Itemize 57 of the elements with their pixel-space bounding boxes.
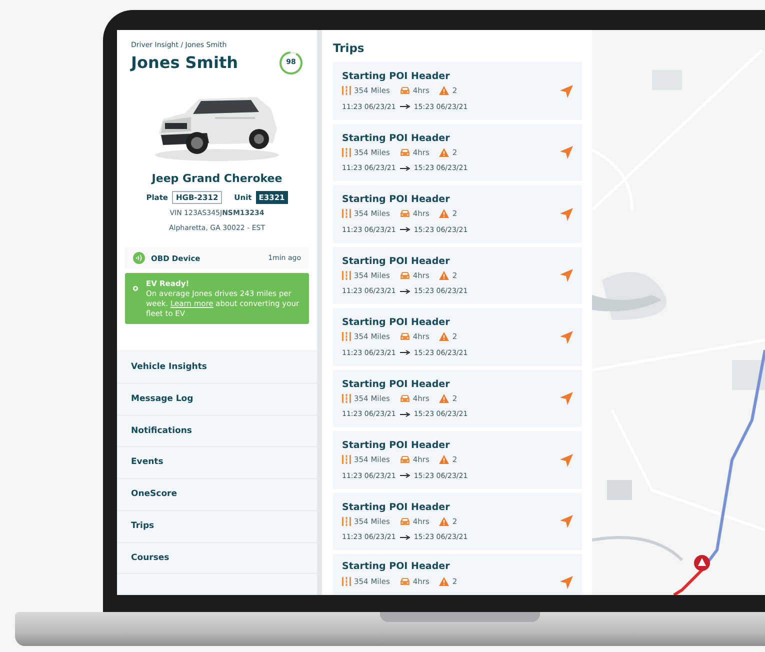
road-icon (342, 270, 351, 280)
trip-header: Starting POI Header (342, 316, 451, 330)
driver-name: Jones Smith (131, 52, 238, 74)
navigation-icon[interactable] (560, 269, 573, 282)
warning-icon (439, 332, 450, 342)
warning-icon (439, 394, 450, 403)
road-icon (342, 576, 351, 586)
warning-icon (439, 148, 450, 157)
warning-icon (439, 86, 450, 96)
car-icon (400, 516, 410, 526)
navigation-icon[interactable] (560, 208, 573, 220)
trip-header: Starting POI Header (342, 132, 451, 146)
car-icon (400, 576, 410, 586)
warning-icon (439, 209, 450, 218)
car-icon (400, 455, 410, 464)
warning-icon (439, 516, 450, 526)
warning-icon (439, 576, 450, 586)
road-icon (342, 86, 351, 96)
road-icon (342, 394, 351, 403)
arrow-right-icon (400, 473, 410, 478)
arrow-right-icon (400, 288, 410, 294)
trip-header: Starting POI Header (342, 254, 451, 268)
car-icon (400, 86, 410, 96)
warning-icon (439, 455, 450, 464)
arrow-right-icon (400, 350, 410, 356)
trip-header: Starting POI Header (342, 70, 451, 84)
road-icon (342, 516, 351, 526)
navigation-icon[interactable] (560, 515, 573, 528)
car-icon (400, 209, 410, 218)
road-icon (342, 209, 351, 218)
road-icon (342, 332, 351, 342)
trip-header: Starting POI Header (342, 439, 451, 453)
road-icon (342, 148, 351, 157)
car-icon (400, 270, 410, 280)
navigation-icon[interactable] (560, 330, 573, 344)
vehicle-model: Jeep Grand Cherokee (150, 170, 284, 186)
car-icon (400, 332, 410, 342)
road-icon (342, 455, 351, 464)
car-icon (400, 148, 410, 157)
arrow-right-icon (400, 534, 410, 540)
navigation-icon[interactable] (560, 146, 573, 159)
arrow-right-icon (400, 104, 410, 110)
car-icon (400, 394, 410, 403)
navigation-icon[interactable] (560, 392, 573, 405)
navigation-icon[interactable] (560, 576, 573, 590)
trip-header: Starting POI Header (342, 500, 451, 514)
signal-icon (133, 252, 145, 264)
trips-title: Trips (333, 40, 366, 57)
arrow-right-icon (400, 166, 410, 171)
arrow-right-icon (400, 227, 410, 232)
navigation-icon[interactable] (560, 454, 573, 466)
trip-header: Starting POI Header (342, 193, 451, 207)
navigation-icon[interactable] (560, 84, 573, 98)
warning-icon (439, 270, 450, 280)
trip-header: Starting POI Header (342, 560, 451, 574)
arrow-right-icon (400, 412, 410, 417)
trip-header: Starting POI Header (342, 378, 451, 392)
